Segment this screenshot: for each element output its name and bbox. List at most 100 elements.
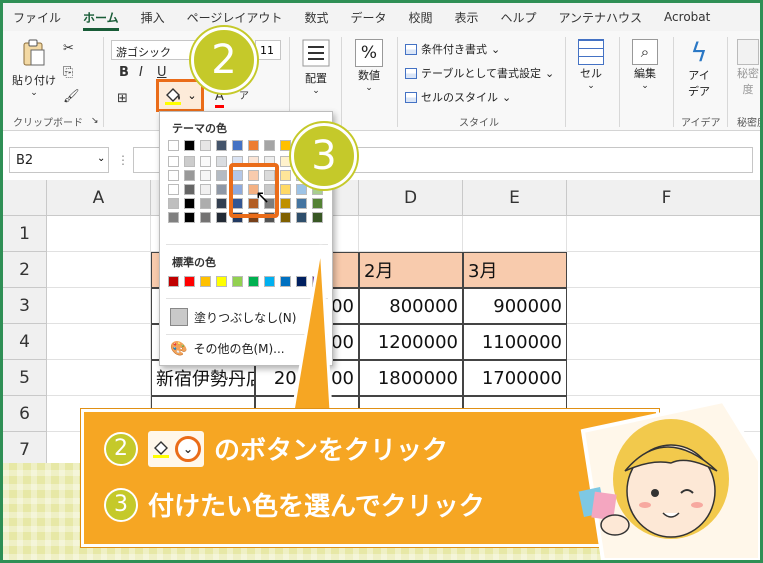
theme-color-swatch[interactable]	[200, 156, 211, 167]
conditional-format-button[interactable]: 条件付き書式 ⌄	[405, 41, 500, 57]
name-box[interactable]: B2	[9, 147, 109, 173]
table-value-cell[interactable]: 900000	[463, 288, 567, 324]
theme-color-swatch[interactable]	[168, 184, 179, 195]
row-header-6[interactable]: 6	[3, 396, 47, 432]
theme-color-swatch[interactable]	[216, 140, 227, 151]
theme-color-swatch[interactable]	[216, 212, 227, 223]
format-painter-icon[interactable]: 🖌	[63, 89, 80, 105]
table-value-cell[interactable]: 1200000	[359, 324, 463, 360]
standard-color-swatch[interactable]	[168, 276, 179, 287]
cell[interactable]	[47, 360, 151, 396]
standard-color-swatch[interactable]	[184, 276, 195, 287]
cells-button[interactable]: セル ⌄	[573, 39, 609, 91]
border-icon[interactable]: ⊞	[117, 91, 128, 107]
tab-9[interactable]: アンテナハウス	[559, 9, 643, 26]
cell-styles-button[interactable]: セルのスタイル ⌄	[405, 89, 511, 105]
theme-color-swatch[interactable]	[296, 212, 307, 223]
row-header-3[interactable]: 3	[3, 288, 47, 324]
theme-color-swatch[interactable]	[312, 212, 323, 223]
table-header-cell[interactable]: 3月	[463, 252, 567, 288]
theme-color-swatch[interactable]	[200, 184, 211, 195]
theme-color-swatch[interactable]	[184, 198, 195, 209]
format-as-table-button[interactable]: テーブルとして書式設定 ⌄	[405, 65, 554, 81]
theme-color-swatch[interactable]	[296, 184, 307, 195]
cell[interactable]	[47, 324, 151, 360]
column-header-d[interactable]: D	[359, 180, 463, 216]
row-header-4[interactable]: 4	[3, 324, 47, 360]
cell[interactable]	[47, 288, 151, 324]
font-size-select[interactable]: 11	[255, 40, 281, 60]
tab-5[interactable]: データ	[350, 9, 386, 26]
tab-1[interactable]: ホーム	[83, 9, 119, 31]
tab-8[interactable]: ヘルプ	[501, 9, 537, 26]
name-box-chevron-icon[interactable]: ⌄	[97, 153, 105, 164]
theme-color-swatch[interactable]	[168, 140, 179, 151]
theme-color-swatch[interactable]	[232, 140, 243, 151]
cell[interactable]	[47, 252, 151, 288]
theme-color-swatch[interactable]	[312, 198, 323, 209]
theme-color-swatch[interactable]	[264, 140, 275, 151]
tab-7[interactable]: 表示	[454, 9, 478, 26]
tab-6[interactable]: 校閲	[408, 9, 432, 26]
dialog-launcher-icon[interactable]: ↘	[91, 113, 99, 129]
cell[interactable]	[567, 324, 760, 360]
tab-0[interactable]: ファイル	[13, 9, 61, 26]
tab-10[interactable]: Acrobat	[664, 10, 710, 24]
cell[interactable]	[463, 216, 567, 252]
theme-color-swatch[interactable]	[168, 156, 179, 167]
theme-color-swatch[interactable]	[280, 198, 291, 209]
select-all-corner[interactable]	[3, 180, 47, 216]
theme-color-swatch[interactable]	[248, 140, 259, 151]
theme-color-swatch[interactable]	[200, 140, 211, 151]
tab-3[interactable]: ページレイアウト	[187, 9, 283, 26]
theme-color-swatch[interactable]	[184, 184, 195, 195]
theme-color-swatch[interactable]	[216, 170, 227, 181]
cell[interactable]	[567, 288, 760, 324]
column-header-a[interactable]: A	[47, 180, 151, 216]
paste-button[interactable]: 貼り付け ⌄	[11, 39, 57, 98]
standard-color-swatch[interactable]	[248, 276, 259, 287]
theme-color-swatch[interactable]	[216, 156, 227, 167]
theme-color-swatch[interactable]	[184, 156, 195, 167]
theme-color-swatch[interactable]	[216, 184, 227, 195]
theme-color-swatch[interactable]	[168, 170, 179, 181]
italic-button[interactable]: I	[139, 65, 143, 81]
theme-color-swatch[interactable]	[184, 170, 195, 181]
theme-color-swatch[interactable]	[296, 198, 307, 209]
cell[interactable]	[567, 216, 760, 252]
tab-2[interactable]: 挿入	[141, 9, 165, 26]
cell[interactable]	[359, 216, 463, 252]
theme-color-swatch[interactable]	[280, 212, 291, 223]
row-header-2[interactable]: 2	[3, 252, 47, 288]
standard-color-swatch[interactable]	[216, 276, 227, 287]
alignment-button[interactable]: 配置 ⌄	[299, 39, 333, 96]
sensitivity-button[interactable]: 秘密 度	[733, 39, 760, 97]
theme-color-swatch[interactable]	[280, 140, 291, 151]
phonetic-icon[interactable]: ア	[239, 89, 249, 105]
more-colors-option[interactable]: 🎨 その他の色(M)...	[170, 340, 285, 357]
cell[interactable]	[567, 360, 760, 396]
standard-color-swatch[interactable]	[200, 276, 211, 287]
table-value-cell[interactable]: 1700000	[463, 360, 567, 396]
column-header-f[interactable]: F	[567, 180, 760, 216]
chevron-down-icon[interactable]: ⌄	[187, 89, 196, 102]
theme-color-swatch[interactable]	[280, 184, 291, 195]
editing-button[interactable]: ⌕ 編集 ⌄	[625, 39, 665, 91]
table-value-cell[interactable]: 800000	[359, 288, 463, 324]
tab-4[interactable]: 数式	[304, 9, 328, 26]
copy-icon[interactable]: ⎘	[63, 65, 73, 81]
cell[interactable]	[567, 252, 760, 288]
standard-color-swatch[interactable]	[232, 276, 243, 287]
number-format-button[interactable]: % 数値 ⌄	[349, 39, 389, 93]
cell[interactable]	[47, 216, 151, 252]
theme-color-swatch[interactable]	[200, 170, 211, 181]
theme-color-swatch[interactable]	[200, 198, 211, 209]
table-header-cell[interactable]: 2月	[359, 252, 463, 288]
theme-color-swatch[interactable]	[168, 212, 179, 223]
row-header-5[interactable]: 5	[3, 360, 47, 396]
fill-color-button[interactable]: ⌄	[156, 79, 204, 112]
theme-color-swatch[interactable]	[168, 198, 179, 209]
theme-color-swatch[interactable]	[280, 156, 291, 167]
theme-color-swatch[interactable]	[184, 140, 195, 151]
ideas-button[interactable]: ϟ アイ デア	[679, 39, 719, 99]
